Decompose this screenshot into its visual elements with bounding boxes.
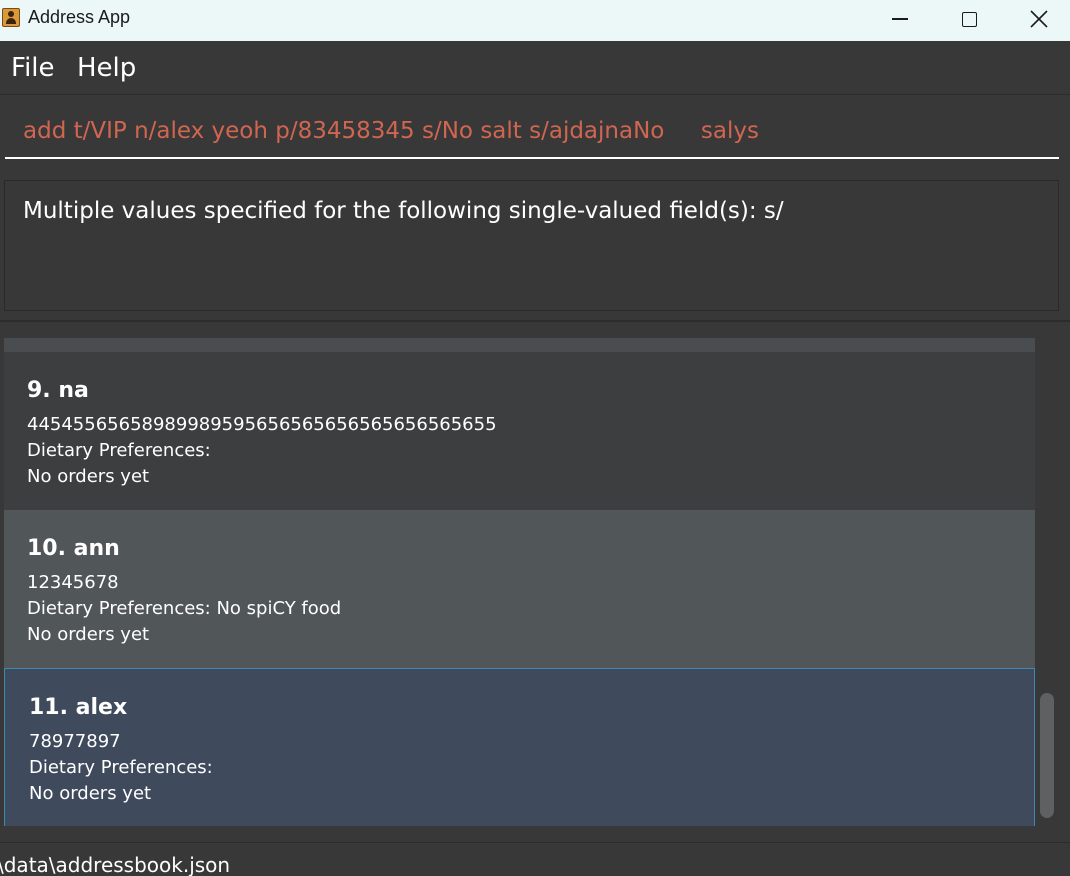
person-phone: 4454556565898998959565656565656565656565… xyxy=(27,414,497,435)
scrollbar-thumb[interactable] xyxy=(1040,693,1054,818)
person-card[interactable]: 9. na 4454556565898998959565656565656565… xyxy=(4,352,1035,510)
person-dietary-preferences: Dietary Preferences: No spiCY food xyxy=(27,598,342,619)
person-orders: No orders yet xyxy=(29,783,152,804)
person-phone: 78977897 xyxy=(29,731,121,752)
maximize-icon xyxy=(961,11,977,27)
menu-help[interactable]: Help xyxy=(77,53,136,83)
command-input[interactable] xyxy=(5,104,1059,157)
menu-bar: File Help xyxy=(0,41,1070,95)
menu-file[interactable]: File xyxy=(11,53,55,83)
person-card[interactable]: 10. ann 12345678 Dietary Preferences: No… xyxy=(4,510,1035,668)
result-display[interactable]: Multiple values specified for the follow… xyxy=(4,180,1059,311)
app-contact-icon xyxy=(2,8,20,27)
save-file-path: \data\addressbook.json xyxy=(0,853,231,876)
person-orders: No orders yet xyxy=(27,466,150,487)
window-title: Address App xyxy=(28,7,131,27)
close-icon xyxy=(1030,10,1048,28)
minimize-button[interactable] xyxy=(866,0,934,38)
title-bar: Address App xyxy=(0,0,1070,41)
command-box xyxy=(5,104,1059,159)
person-name: 9. na xyxy=(27,378,89,403)
person-phone: 12345678 xyxy=(27,572,119,593)
maximize-button[interactable] xyxy=(935,0,1003,38)
previous-card-edge[interactable] xyxy=(4,338,1035,352)
person-name: 10. ann xyxy=(27,536,120,561)
list-scrollbar[interactable] xyxy=(1037,338,1059,826)
person-list[interactable]: 9. na 4454556565898998959565656565656565… xyxy=(4,338,1035,826)
close-button[interactable] xyxy=(1005,0,1070,38)
person-dietary-preferences: Dietary Preferences: xyxy=(29,757,213,778)
person-card-selected[interactable]: 11. alex 78977897 Dietary Preferences: N… xyxy=(4,668,1035,826)
result-message: Multiple values specified for the follow… xyxy=(23,198,784,224)
minimize-icon xyxy=(892,18,908,20)
panel-divider xyxy=(0,320,1070,322)
person-orders: No orders yet xyxy=(27,624,150,645)
status-bar: \data\addressbook.json xyxy=(0,842,1070,876)
person-dietary-preferences: Dietary Preferences: xyxy=(27,440,211,461)
person-name: 11. alex xyxy=(29,695,128,720)
